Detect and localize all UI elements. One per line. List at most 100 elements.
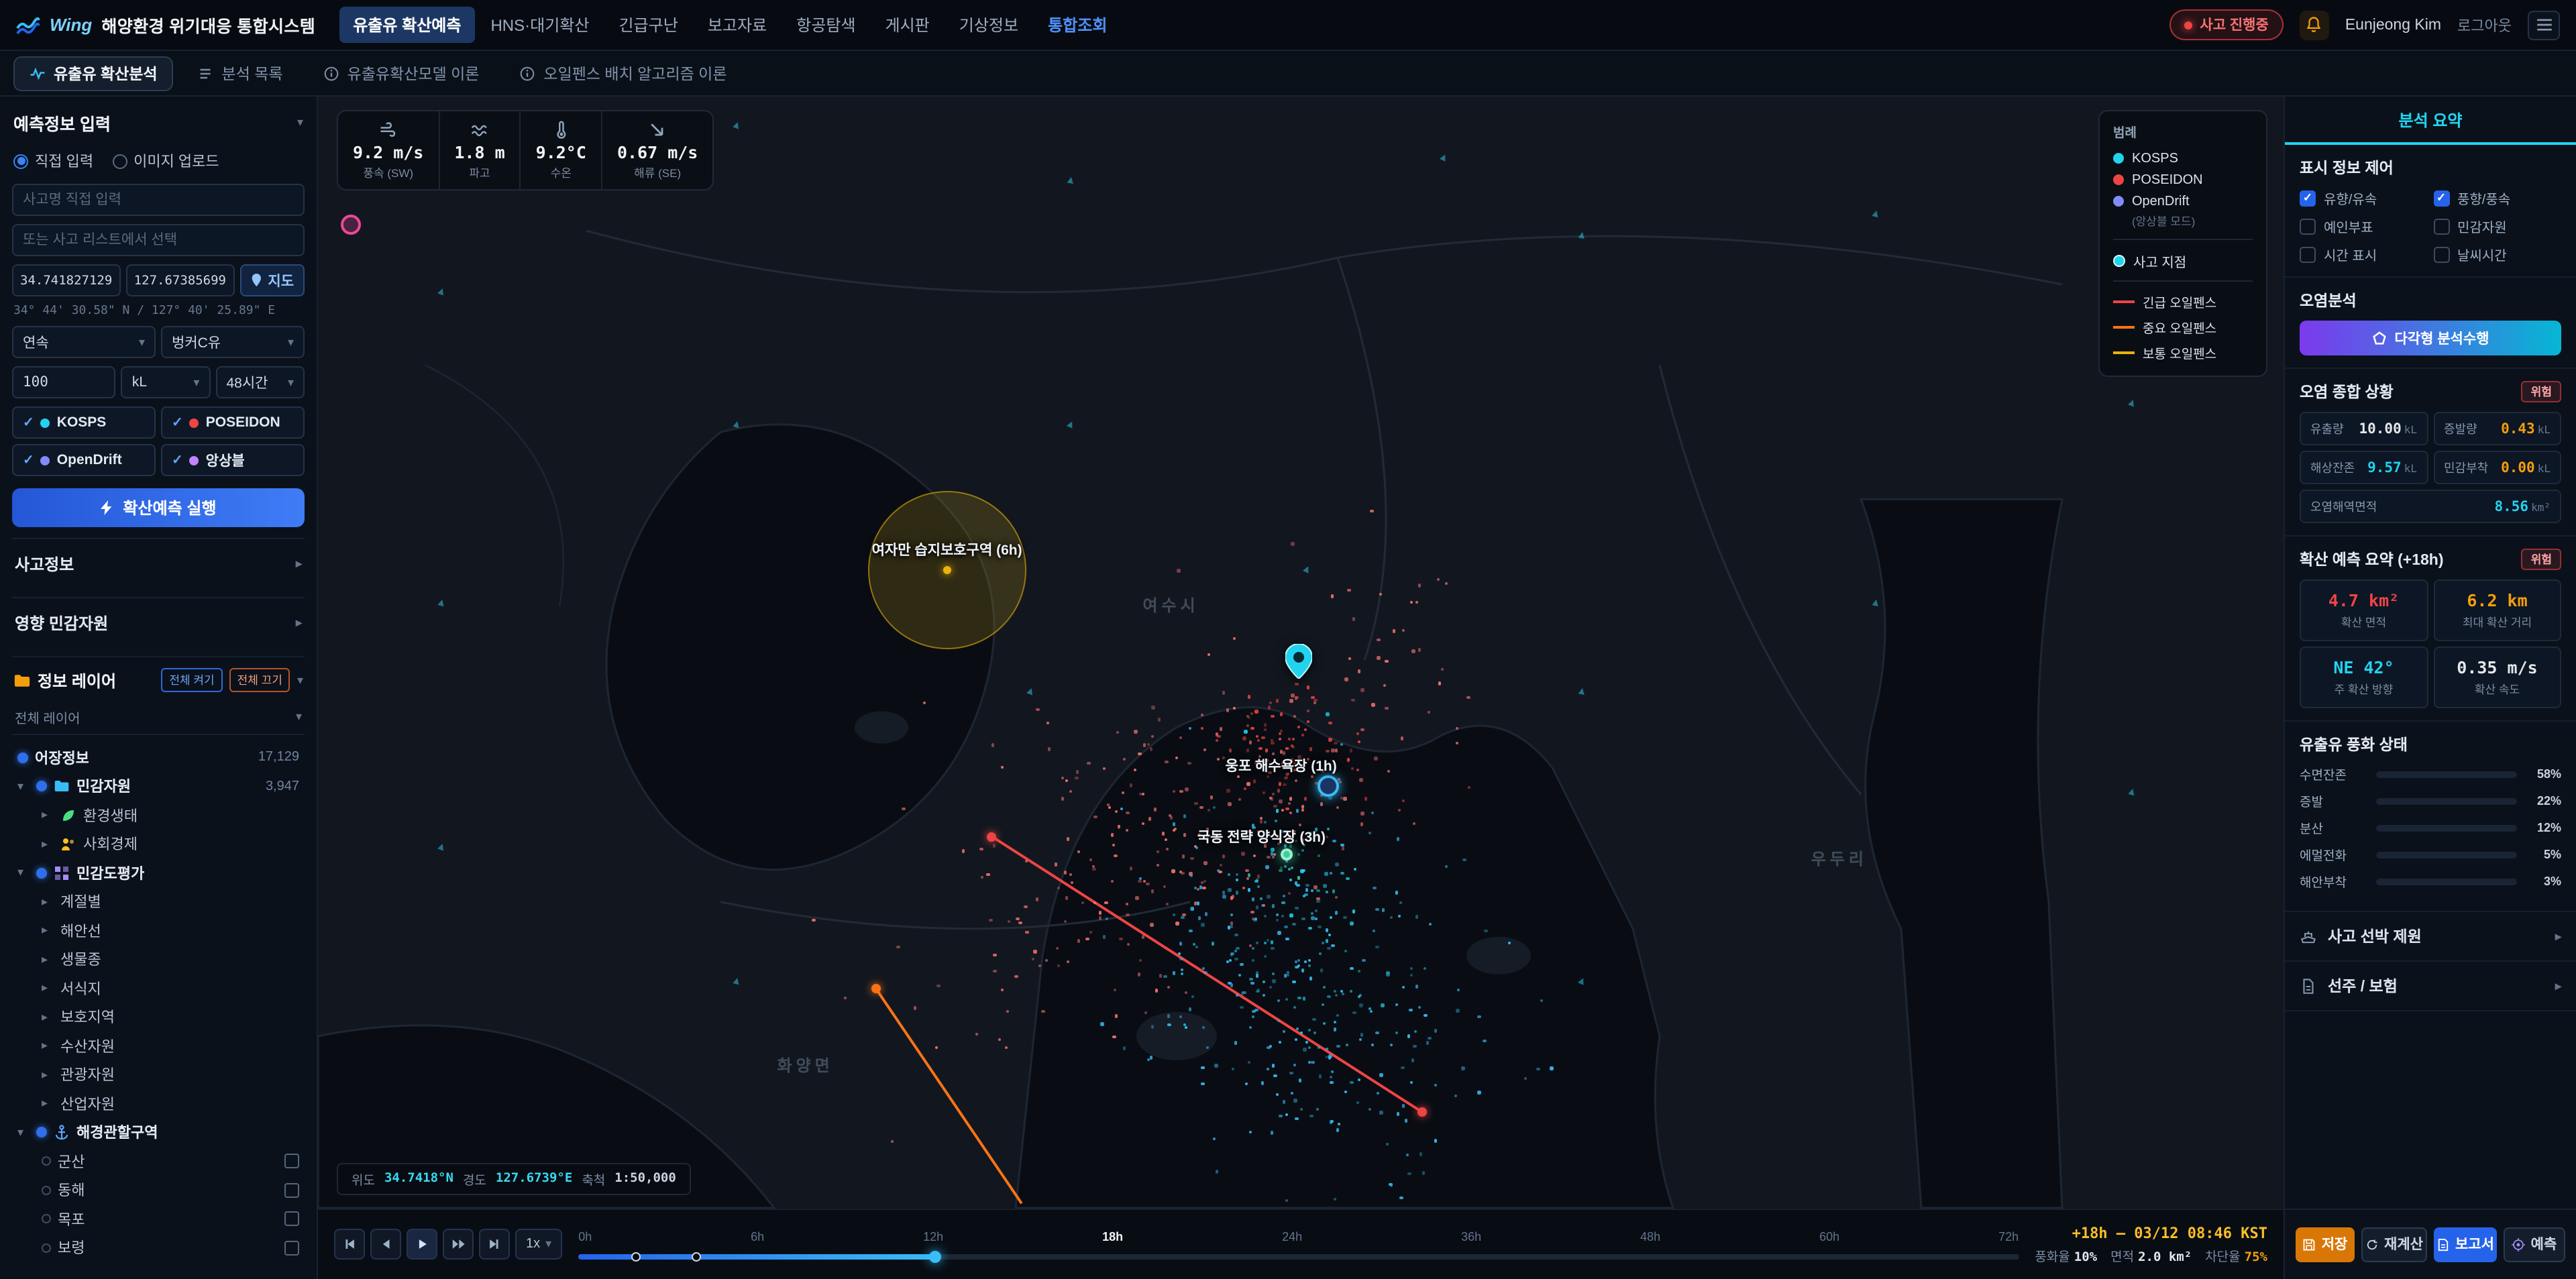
nav-item[interactable]: 통합조회 bbox=[1034, 7, 1120, 43]
step-back-button[interactable] bbox=[370, 1229, 401, 1260]
input-mode-radio[interactable]: 이미지 업로드 bbox=[112, 150, 219, 172]
section-impact-resources[interactable]: 영향 민감자원 ▸ bbox=[12, 597, 305, 648]
sub-tab[interactable]: 오일펜스 배치 알고리즘 이론 bbox=[503, 56, 743, 91]
layer-toggle-dot[interactable] bbox=[42, 1214, 51, 1224]
layer-tree-item[interactable]: ▸ 산업자원 bbox=[12, 1089, 305, 1118]
menu-icon[interactable] bbox=[2528, 10, 2560, 40]
layer-filter-select[interactable]: 전체 레이어 ▾ bbox=[12, 706, 305, 735]
speed-select[interactable]: 1x ▾ bbox=[515, 1229, 563, 1260]
layer-tree-item[interactable]: ▸ 수산자원 bbox=[12, 1032, 305, 1060]
model-chip[interactable]: ✓ KOSPS bbox=[12, 406, 156, 439]
fast-forward-button[interactable] bbox=[443, 1229, 474, 1260]
collapsed-section-row[interactable]: 선주 / 보험 ▸ bbox=[2285, 962, 2576, 1011]
layer-toggle-dot[interactable] bbox=[42, 1185, 51, 1195]
skip-end-button[interactable] bbox=[479, 1229, 510, 1260]
play-button[interactable] bbox=[407, 1229, 437, 1260]
action-button[interactable]: 예측 bbox=[2503, 1227, 2565, 1262]
caret-down-icon[interactable]: ▾ bbox=[297, 673, 303, 687]
duration-select[interactable]: 48시간 ▾ bbox=[215, 366, 305, 398]
user-name[interactable]: Eunjeong Kim bbox=[2345, 17, 2441, 33]
longitude-input[interactable] bbox=[125, 264, 235, 296]
layer-toggle-led[interactable] bbox=[36, 867, 47, 879]
layer-tree-item[interactable]: ▾ 해경관할구역 bbox=[12, 1118, 305, 1147]
sub-tab[interactable]: 유출유확산모델 이론 bbox=[307, 56, 496, 91]
layer-info-icon[interactable] bbox=[284, 1240, 299, 1256]
layer-tree-item[interactable]: ▸ 생물종 bbox=[12, 945, 305, 974]
action-button[interactable]: 보고서 bbox=[2434, 1227, 2497, 1262]
amount-input[interactable] bbox=[12, 366, 116, 398]
collapsed-section-row[interactable]: 사고 선박 제원 ▸ bbox=[2285, 912, 2576, 962]
prediction-input-header[interactable]: 예측정보 입력 ▾ bbox=[12, 107, 305, 141]
layer-tree-item[interactable]: ▸ 관광자원 bbox=[12, 1060, 305, 1089]
layer-tree-item[interactable]: ▸ 해안선 bbox=[12, 916, 305, 945]
display-option-checkbox[interactable]: 풍향/풍속 bbox=[2433, 188, 2561, 208]
pick-on-map-button[interactable]: 지도 bbox=[239, 264, 305, 296]
polygon-analysis-button[interactable]: 다각형 분석수행 bbox=[2300, 321, 2561, 355]
layer-tree-item[interactable]: 군산 bbox=[12, 1147, 305, 1176]
nav-item[interactable]: HNS·대기확산 bbox=[477, 7, 602, 43]
nav-item[interactable]: 보고자료 bbox=[694, 7, 780, 43]
layer-tree-item[interactable]: 목포 bbox=[12, 1205, 305, 1233]
layer-info-icon[interactable] bbox=[284, 1182, 299, 1198]
spill-mode-select[interactable]: 연속 ▾ bbox=[12, 326, 156, 358]
nav-item[interactable]: 게시판 bbox=[872, 7, 943, 43]
fence-deploy-marker[interactable] bbox=[631, 1252, 641, 1261]
accident-list-input[interactable] bbox=[12, 224, 305, 256]
collapse-caret-icon[interactable]: ▾ bbox=[297, 115, 303, 130]
unit-select[interactable]: kL ▾ bbox=[121, 366, 211, 398]
incident-status-badge[interactable]: 사고 진행중 bbox=[2169, 9, 2284, 40]
layer-tree-item[interactable]: 부산 bbox=[12, 1262, 305, 1268]
nav-item[interactable]: 기상정보 bbox=[946, 7, 1032, 43]
layer-tree-item[interactable]: ▾ 민감도평가 bbox=[12, 858, 305, 887]
display-option-checkbox[interactable]: 날씨시간 bbox=[2433, 244, 2561, 264]
oil-fence-endpoint[interactable] bbox=[871, 984, 881, 994]
fence-deploy-marker[interactable] bbox=[692, 1252, 702, 1261]
display-option-checkbox[interactable]: 민감자원 bbox=[2433, 216, 2561, 236]
notification-bell-icon[interactable] bbox=[2299, 10, 2329, 40]
layer-toggle-led[interactable] bbox=[36, 1127, 47, 1138]
layer-tree-item[interactable]: 보령 bbox=[12, 1233, 305, 1262]
layer-tree-item[interactable]: ▾ 민감자원 3,947 bbox=[12, 772, 305, 801]
section-accident-info[interactable]: 사고정보 ▸ bbox=[12, 538, 305, 589]
sub-tab[interactable]: 분석 목록 bbox=[182, 56, 299, 91]
layer-info-icon[interactable] bbox=[284, 1154, 299, 1169]
action-button[interactable]: 재계산 bbox=[2361, 1227, 2427, 1262]
logout-button[interactable]: 로그아웃 bbox=[2457, 14, 2512, 36]
input-mode-radio[interactable]: 직접 입력 bbox=[13, 150, 93, 172]
layer-tree-item[interactable]: 어장정보 17,129 bbox=[12, 743, 305, 772]
nav-item[interactable]: 항공탐색 bbox=[783, 7, 869, 43]
layer-tree-item[interactable]: ▸ 사회경제 bbox=[12, 830, 305, 858]
poi-ring-marker[interactable] bbox=[1318, 775, 1339, 797]
skip-start-button[interactable] bbox=[334, 1229, 365, 1260]
layer-info-icon[interactable] bbox=[284, 1211, 299, 1227]
layers-all-off-button[interactable]: 전체 끄기 bbox=[229, 668, 290, 692]
layer-tree-item[interactable]: ▸ 환경생태 bbox=[12, 801, 305, 830]
model-chip[interactable]: ✓ 앙상블 bbox=[161, 444, 305, 476]
latitude-input[interactable] bbox=[12, 264, 121, 296]
layer-toggle-dot[interactable] bbox=[42, 1156, 51, 1166]
oil-fence-endpoint[interactable] bbox=[987, 832, 997, 842]
timeline-handle[interactable] bbox=[929, 1250, 942, 1262]
incident-pin[interactable] bbox=[1285, 643, 1313, 680]
nav-item[interactable]: 유출유 확산예측 bbox=[339, 7, 475, 43]
nav-item[interactable]: 긴급구난 bbox=[605, 7, 691, 43]
polygon-draw-control[interactable] bbox=[341, 215, 361, 235]
layer-tree-item[interactable]: ▸ 계절별 bbox=[12, 887, 305, 916]
layer-toggle-led[interactable] bbox=[36, 781, 47, 792]
layers-all-on-button[interactable]: 전체 켜기 bbox=[161, 668, 223, 692]
model-chip[interactable]: ✓ OpenDrift bbox=[12, 444, 156, 476]
timeline-track[interactable] bbox=[578, 1247, 2019, 1263]
poi-dot-marker[interactable] bbox=[1281, 848, 1293, 861]
layer-tree-item[interactable]: 동해 bbox=[12, 1176, 305, 1205]
oil-type-select[interactable]: 벙커C유 ▾ bbox=[161, 326, 305, 358]
display-option-checkbox[interactable]: 유향/유속 bbox=[2300, 188, 2428, 208]
display-option-checkbox[interactable]: 시간 표시 bbox=[2300, 244, 2428, 264]
model-chip[interactable]: ✓ POSEIDON bbox=[161, 406, 305, 439]
layer-toggle-dot[interactable] bbox=[42, 1243, 51, 1253]
timeline-track-area[interactable]: 0h 6h 12h 18h 24h 36h 48h 60h 72h bbox=[578, 1225, 2019, 1263]
accident-name-input[interactable] bbox=[12, 184, 305, 216]
sub-tab[interactable]: 유출유 확산분석 bbox=[13, 56, 174, 91]
layer-tree-item[interactable]: ▸ 서식지 bbox=[12, 974, 305, 1003]
summary-header-tab[interactable]: 분석 요약 bbox=[2285, 97, 2576, 145]
oil-fence-endpoint[interactable] bbox=[1417, 1107, 1428, 1117]
